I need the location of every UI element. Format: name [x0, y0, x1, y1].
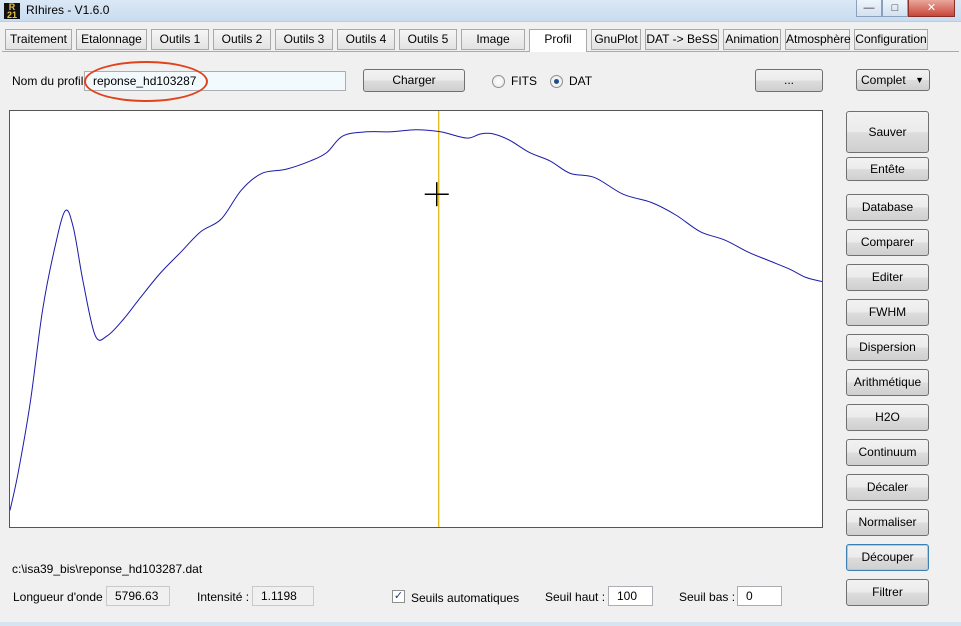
shift-button[interactable]: Décaler — [846, 474, 929, 501]
tab-atmosphere[interactable]: Atmosphère — [785, 29, 851, 50]
profile-plot-svg — [9, 111, 823, 527]
auto-thresholds-checkbox[interactable]: ✓ — [392, 590, 405, 603]
tab-strip-divider — [2, 51, 959, 52]
tab-dat-bess[interactable]: DAT -> BeSS — [645, 29, 719, 50]
h2o-button[interactable]: H2O — [846, 404, 929, 431]
app-logo-icon: R 21 — [4, 3, 20, 20]
tab-outils-4[interactable]: Outils 4 — [337, 29, 395, 50]
tab-outils-5[interactable]: Outils 5 — [399, 29, 457, 50]
tab-image[interactable]: Image — [461, 29, 525, 50]
continuum-button[interactable]: Continuum — [846, 439, 929, 466]
tab-outils-3[interactable]: Outils 3 — [275, 29, 333, 50]
load-button[interactable]: Charger — [363, 69, 465, 92]
tab-gnuplot[interactable]: GnuPlot — [591, 29, 641, 50]
arithmetic-button[interactable]: Arithmétique — [846, 369, 929, 396]
profile-name-label: Nom du profil : — [12, 74, 91, 88]
chevron-down-icon: ▼ — [915, 75, 924, 85]
fits-radio[interactable] — [492, 75, 505, 88]
dat-radio-label[interactable]: DAT — [569, 74, 592, 88]
wavelength-value: 5796.63 — [106, 586, 170, 606]
high-threshold-input[interactable]: 100 — [608, 586, 653, 606]
normalize-button[interactable]: Normaliser — [846, 509, 929, 536]
header-button[interactable]: Entête — [846, 157, 929, 181]
mode-select[interactable]: Complet ▼ — [856, 69, 930, 91]
tab-traitement[interactable]: Traitement — [5, 29, 72, 50]
tab-configuration[interactable]: Configuration — [854, 29, 928, 50]
tab-etalonnage[interactable]: Etalonnage — [76, 29, 147, 50]
auto-thresholds-label[interactable]: Seuils automatiques — [411, 591, 519, 605]
high-threshold-label: Seuil haut : — [545, 590, 606, 604]
highlight-annotation — [84, 61, 208, 102]
tab-outils-2[interactable]: Outils 2 — [213, 29, 271, 50]
tab-outils-1[interactable]: Outils 1 — [151, 29, 209, 50]
file-path: c:\isa39_bis\reponse_hd103287.dat — [12, 562, 203, 576]
profile-curve — [9, 129, 823, 511]
intensity-value: 1.1198 — [252, 586, 314, 606]
mode-select-value: Complet — [861, 73, 906, 87]
filter-button[interactable]: Filtrer — [846, 579, 929, 606]
wavelength-label: Longueur d'onde : — [13, 590, 110, 604]
tab-profil[interactable]: Profil — [529, 29, 587, 52]
crop-button[interactable]: Découper — [846, 544, 929, 571]
window-bottom-border — [0, 622, 961, 626]
title-bar: R 21 RIhires - V1.6.0 — □ ✕ — [0, 0, 961, 22]
window-title: RIhires - V1.6.0 — [26, 3, 110, 17]
close-button[interactable]: ✕ — [908, 0, 955, 17]
dat-radio[interactable] — [550, 75, 563, 88]
crosshair-icon — [424, 182, 449, 207]
database-button[interactable]: Database — [846, 194, 929, 221]
edit-button[interactable]: Editer — [846, 264, 929, 291]
compare-button[interactable]: Comparer — [846, 229, 929, 256]
dispersion-button[interactable]: Dispersion — [846, 334, 929, 361]
fwhm-button[interactable]: FWHM — [846, 299, 929, 326]
save-button[interactable]: Sauver — [846, 111, 929, 153]
maximize-button[interactable]: □ — [882, 0, 908, 17]
low-threshold-input[interactable]: 0 — [737, 586, 782, 606]
radio-selected-dot — [554, 79, 559, 84]
minimize-button[interactable]: — — [856, 0, 882, 17]
profile-plot[interactable] — [9, 110, 823, 528]
tab-animation[interactable]: Animation — [723, 29, 781, 50]
intensity-label: Intensité : — [197, 590, 250, 604]
low-threshold-label: Seuil bas : — [679, 590, 736, 604]
browse-button[interactable]: ... — [755, 69, 823, 92]
fits-radio-label[interactable]: FITS — [511, 74, 537, 88]
